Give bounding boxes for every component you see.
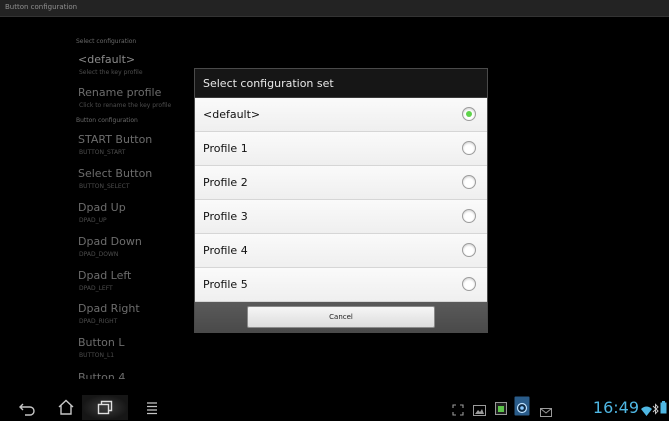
setting-start-title[interactable]: START Button	[78, 133, 152, 146]
dialog-title: Select configuration set	[203, 77, 334, 90]
configuration-options: <default> Profile 1 Profile 2 Profile 3 …	[195, 98, 487, 302]
section-header-select: Select configuration	[76, 38, 137, 45]
option-profile-4[interactable]: Profile 4	[195, 234, 487, 268]
radio-unselected-icon[interactable]	[462, 277, 476, 291]
screen-compat-icon[interactable]	[452, 401, 464, 420]
radio-unselected-icon[interactable]	[462, 243, 476, 257]
option-label: Profile 2	[203, 176, 248, 189]
back-icon[interactable]	[18, 401, 36, 420]
setting-dpad-left-title[interactable]: Dpad Left	[78, 269, 131, 282]
option-label: Profile 1	[203, 142, 248, 155]
section-header-buttons: Button configuration	[76, 117, 138, 124]
setting-default-title[interactable]: <default>	[78, 53, 135, 66]
battery-icon	[660, 399, 667, 418]
setting-select-subtitle: BUTTON_SELECT	[79, 183, 130, 190]
option-profile-2[interactable]: Profile 2	[195, 166, 487, 200]
clock: 16:49	[592, 398, 639, 417]
option-profile-5[interactable]: Profile 5	[195, 268, 487, 302]
setting-dpad-up-subtitle: DPAD_UP	[79, 217, 107, 224]
option-label: Profile 4	[203, 244, 248, 257]
radio-unselected-icon[interactable]	[462, 175, 476, 189]
option-default[interactable]: <default>	[195, 98, 487, 132]
setting-button-4-title[interactable]: Button 4	[78, 371, 125, 379]
option-label: Profile 5	[203, 278, 248, 291]
camera-icon[interactable]	[514, 396, 530, 420]
setting-dpad-down-title[interactable]: Dpad Down	[78, 235, 142, 248]
home-icon[interactable]	[57, 399, 75, 419]
setting-dpad-left-subtitle: DPAD_LEFT	[79, 285, 113, 292]
setting-rename-title[interactable]: Rename profile	[78, 86, 161, 99]
menu-icon[interactable]	[146, 400, 158, 419]
window-title: Button configuration	[5, 3, 78, 11]
option-profile-3[interactable]: Profile 3	[195, 200, 487, 234]
dialog-header: Select configuration set	[195, 69, 487, 98]
setting-dpad-down-subtitle: DPAD_DOWN	[79, 251, 119, 258]
recent-apps-icon[interactable]	[97, 400, 113, 419]
radio-unselected-icon[interactable]	[462, 141, 476, 155]
sd-card-icon[interactable]	[495, 400, 507, 419]
setting-default-subtitle: Select the key profile	[79, 69, 143, 76]
setting-dpad-up-title[interactable]: Dpad Up	[78, 201, 126, 214]
wifi-icon	[641, 401, 652, 420]
option-profile-1[interactable]: Profile 1	[195, 132, 487, 166]
setting-button-l-title[interactable]: Button L	[78, 336, 124, 349]
radio-selected-icon[interactable]	[462, 107, 476, 121]
cancel-button[interactable]: Cancel	[247, 306, 435, 328]
setting-rename-subtitle: Click to rename the key profile	[79, 102, 172, 109]
bluetooth-icon	[652, 400, 659, 419]
setting-select-title[interactable]: Select Button	[78, 167, 152, 180]
setting-button-l-subtitle: BUTTON_L1	[79, 352, 115, 359]
gallery-icon[interactable]	[473, 401, 486, 420]
option-label: Profile 3	[203, 210, 248, 223]
title-bar: Button configuration	[0, 0, 669, 17]
setting-dpad-right-title[interactable]: Dpad Right	[78, 302, 140, 315]
select-configuration-dialog: Select configuration set <default> Profi…	[194, 68, 488, 333]
mail-icon[interactable]	[540, 402, 552, 421]
dialog-footer: Cancel	[195, 302, 487, 332]
option-label: <default>	[203, 108, 261, 121]
radio-unselected-icon[interactable]	[462, 209, 476, 223]
system-navigation-bar: 16:49	[0, 395, 669, 420]
setting-start-subtitle: BUTTON_START	[79, 149, 126, 156]
setting-dpad-right-subtitle: DPAD_RIGHT	[79, 318, 118, 325]
